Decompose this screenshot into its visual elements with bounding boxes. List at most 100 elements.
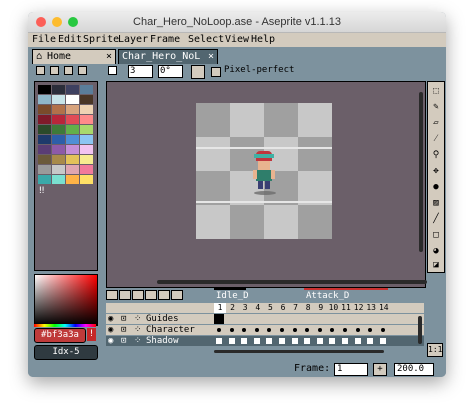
timeline-cel[interactable] xyxy=(377,325,388,335)
tab-char-hero-close-icon[interactable]: × xyxy=(208,50,214,64)
timeline-cel[interactable] xyxy=(377,314,388,324)
timeline-cel[interactable] xyxy=(340,336,350,346)
timeline-cel[interactable] xyxy=(327,314,338,324)
timeline-cel[interactable] xyxy=(239,325,250,335)
hue-bar[interactable] xyxy=(34,324,96,327)
layer-visibility-icon[interactable]: ◉ xyxy=(108,325,113,335)
pixel-perfect-checkbox[interactable] xyxy=(211,67,221,77)
timeline-cel[interactable] xyxy=(264,314,275,324)
palette-swatch[interactable] xyxy=(52,175,65,184)
palette-swatch[interactable] xyxy=(66,85,79,94)
tab-home-close-icon[interactable]: × xyxy=(106,50,112,64)
timeline-cel[interactable] xyxy=(226,336,237,346)
frame-number[interactable]: 8 xyxy=(302,303,315,313)
tab-char-hero[interactable]: Char_Hero_NoL × xyxy=(118,49,218,64)
palette-swatch[interactable] xyxy=(66,155,79,164)
palette-swatch[interactable] xyxy=(38,145,51,154)
frame-number[interactable]: 2 xyxy=(226,303,239,313)
tab-home[interactable]: ⌂ Home × xyxy=(32,49,116,64)
palette-swatch[interactable] xyxy=(66,125,79,134)
rectangle-tool-icon[interactable]: □ xyxy=(429,228,443,242)
timeline-cel[interactable] xyxy=(340,325,350,335)
palette-swatch[interactable] xyxy=(38,95,51,104)
timeline-cel[interactable] xyxy=(289,314,300,324)
ink-type-icon[interactable] xyxy=(191,65,205,79)
palette-swatch[interactable] xyxy=(52,85,65,94)
palette-swatch[interactable] xyxy=(66,115,79,124)
one-to-one-zoom-button[interactable]: 1:1 xyxy=(427,343,443,357)
palette-swatch[interactable] xyxy=(66,135,79,144)
brush-options-button[interactable] xyxy=(78,66,87,75)
timeline-cel[interactable] xyxy=(365,314,376,324)
palette-swatch[interactable] xyxy=(80,155,93,164)
layer-visibility-icon[interactable]: ◉ xyxy=(108,336,113,346)
background-color-button[interactable]: Idx-5 xyxy=(34,345,98,360)
palette-swatch[interactable] xyxy=(80,135,93,144)
color-picker[interactable] xyxy=(34,274,98,326)
palette-swatch[interactable] xyxy=(38,135,51,144)
zoom-input[interactable]: 200.0 xyxy=(394,363,434,376)
frame-number[interactable]: 5 xyxy=(264,303,277,313)
sprite-canvas[interactable] xyxy=(196,103,332,239)
line-tool-icon[interactable]: ╱ xyxy=(429,212,443,226)
frame-number[interactable]: 10 xyxy=(327,303,340,313)
zoom-tool-icon[interactable]: ⚲ xyxy=(429,148,443,162)
frame-number[interactable]: 9 xyxy=(314,303,327,313)
timeline-cel[interactable] xyxy=(314,325,325,335)
brush-type-button[interactable] xyxy=(50,66,59,75)
vertical-scrollbar[interactable] xyxy=(419,92,423,252)
play-button[interactable] xyxy=(132,290,144,300)
palette-swatch[interactable] xyxy=(38,165,51,174)
frame-number[interactable]: 11 xyxy=(340,303,352,313)
timeline-cel[interactable] xyxy=(302,336,313,346)
frame-number[interactable]: 4 xyxy=(251,303,264,313)
timeline-cel[interactable] xyxy=(277,314,287,324)
brush-angle-input[interactable]: 0° xyxy=(158,65,183,78)
timeline-cel[interactable] xyxy=(302,314,313,324)
timeline-cel[interactable] xyxy=(377,336,388,346)
frame-number[interactable]: 14 xyxy=(377,303,390,313)
eyedropper-tool-icon[interactable]: ⁄ xyxy=(429,132,443,146)
timeline-vertical-scrollbar[interactable] xyxy=(418,316,422,344)
palette-swatch[interactable] xyxy=(66,175,79,184)
layer-lock-icon[interactable]: ⊡ xyxy=(121,325,126,335)
timeline-cel[interactable] xyxy=(302,325,313,335)
move-tool-icon[interactable]: ✥ xyxy=(429,164,443,178)
first-frame-button[interactable] xyxy=(106,290,118,300)
timeline-cel[interactable] xyxy=(352,314,363,324)
timeline-cel[interactable] xyxy=(251,314,262,324)
last-frame-button[interactable] xyxy=(158,290,170,300)
palette-swatch[interactable] xyxy=(52,95,65,104)
brush-shape-button[interactable] xyxy=(108,66,117,75)
timeline-cel[interactable] xyxy=(214,336,224,346)
timeline-cel[interactable] xyxy=(264,325,275,335)
palette-swatch[interactable] xyxy=(80,175,93,184)
timeline-cel[interactable] xyxy=(277,325,287,335)
palette-swatch[interactable] xyxy=(52,125,65,134)
frame-number[interactable]: 7 xyxy=(289,303,302,313)
add-frame-button[interactable]: + xyxy=(373,363,387,376)
brush-size-input[interactable]: 3 xyxy=(128,65,153,78)
palette-swatch[interactable] xyxy=(52,105,65,114)
frame-number[interactable]: 3 xyxy=(239,303,252,313)
palette-swatch[interactable] xyxy=(38,125,51,134)
frame-number[interactable]: 12 xyxy=(352,303,365,313)
timeline-cel[interactable] xyxy=(239,336,250,346)
eraser-tool-icon[interactable]: ▱ xyxy=(429,116,443,130)
palette-swatch[interactable] xyxy=(38,175,51,184)
menu-select[interactable]: Select xyxy=(188,34,224,45)
timeline-cel[interactable] xyxy=(214,314,224,324)
frame-number[interactable]: 6 xyxy=(277,303,289,313)
gradient-tool-icon[interactable]: ▨ xyxy=(429,196,443,210)
layer-visibility-icon[interactable]: ◉ xyxy=(108,314,113,324)
tag-attack[interactable]: Attack_D xyxy=(304,288,388,302)
palette-swatch[interactable] xyxy=(80,105,93,114)
next-frame-button[interactable] xyxy=(145,290,157,300)
frame-number[interactable]: 1 xyxy=(214,303,226,313)
palette-swatch[interactable] xyxy=(80,95,93,104)
fill-tool-icon[interactable]: ● xyxy=(429,180,443,194)
frame-number[interactable]: 13 xyxy=(365,303,378,313)
palette-swatch[interactable] xyxy=(38,85,51,94)
palette-swatch[interactable] xyxy=(80,115,93,124)
timeline-cel[interactable] xyxy=(264,336,275,346)
